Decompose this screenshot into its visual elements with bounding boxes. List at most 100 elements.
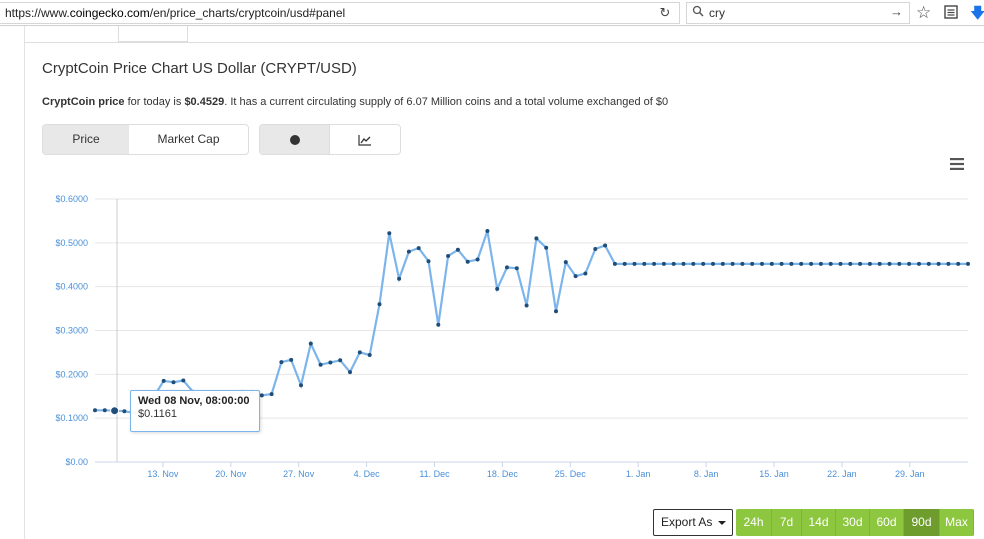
data-point[interactable] — [299, 383, 303, 388]
data-point[interactable] — [966, 261, 970, 266]
data-point[interactable] — [573, 274, 578, 279]
x-tick-label: 11. Dec — [419, 469, 450, 479]
range-button-7d[interactable]: 7d — [772, 509, 802, 536]
data-point[interactable] — [956, 261, 961, 266]
data-point[interactable] — [397, 276, 402, 281]
data-point[interactable] — [671, 261, 676, 266]
y-tick-label: $0.2000 — [55, 369, 88, 379]
data-point[interactable] — [946, 261, 951, 266]
data-point[interactable] — [701, 261, 706, 266]
data-point[interactable] — [465, 259, 470, 264]
data-point[interactable] — [122, 409, 127, 414]
y-tick-label: $0.3000 — [55, 326, 88, 336]
data-point[interactable] — [593, 247, 598, 251]
data-point[interactable] — [377, 302, 382, 307]
tooltip-date: Wed 08 Nov, 08:00:00 — [138, 395, 250, 407]
data-point[interactable] — [259, 393, 264, 398]
data-point[interactable] — [387, 231, 392, 236]
data-point[interactable] — [455, 247, 460, 252]
data-point[interactable] — [436, 322, 441, 327]
data-point[interactable] — [524, 303, 529, 308]
data-point[interactable] — [691, 261, 696, 266]
data-point[interactable] — [622, 261, 627, 266]
data-point[interactable] — [554, 309, 558, 314]
data-point[interactable] — [93, 408, 97, 413]
data-point[interactable] — [789, 261, 794, 266]
data-point[interactable] — [357, 350, 362, 355]
data-point[interactable] — [848, 261, 853, 266]
range-button-14d[interactable]: 14d — [802, 509, 836, 536]
data-point[interactable] — [367, 353, 372, 357]
data-point[interactable] — [416, 246, 421, 251]
data-point[interactable] — [406, 249, 411, 254]
data-point[interactable] — [828, 261, 833, 266]
data-point[interactable] — [740, 261, 745, 266]
data-point[interactable] — [809, 261, 814, 266]
data-point[interactable] — [858, 261, 863, 266]
time-range-selector: 24h 7d 14d 30d 60d 90d Max — [736, 509, 974, 536]
x-tick-label: 22. Jan — [827, 469, 857, 479]
data-point[interactable] — [102, 408, 107, 413]
data-point[interactable] — [308, 341, 313, 346]
data-point[interactable] — [612, 261, 617, 266]
data-point[interactable] — [632, 261, 637, 266]
export-as-button[interactable]: Export As — [653, 509, 733, 536]
data-point[interactable] — [897, 261, 902, 266]
data-point[interactable] — [426, 259, 431, 264]
data-point[interactable] — [495, 286, 500, 291]
data-point[interactable] — [181, 378, 186, 383]
range-button-24h[interactable]: 24h — [736, 509, 772, 536]
data-point[interactable] — [838, 261, 843, 266]
data-point[interactable] — [171, 380, 176, 385]
data-point[interactable] — [907, 261, 912, 266]
data-point[interactable] — [652, 261, 657, 266]
data-point[interactable] — [936, 261, 941, 266]
data-point[interactable] — [877, 261, 882, 266]
data-point[interactable] — [818, 261, 823, 266]
x-tick-label: 15. Jan — [759, 469, 789, 479]
data-point[interactable] — [720, 261, 725, 266]
data-point[interactable] — [661, 261, 666, 266]
data-point[interactable] — [514, 266, 519, 271]
data-point[interactable] — [603, 243, 608, 248]
data-point[interactable] — [681, 261, 686, 266]
data-point[interactable] — [475, 257, 480, 262]
range-button-60d[interactable]: 60d — [870, 509, 904, 536]
data-point[interactable] — [867, 261, 872, 266]
data-point[interactable] — [583, 271, 588, 276]
data-point[interactable] — [338, 358, 343, 363]
data-point[interactable] — [505, 265, 509, 270]
data-point[interactable] — [642, 261, 647, 266]
y-tick-label: $0.00 — [65, 457, 88, 467]
data-point[interactable] — [289, 357, 294, 362]
data-point[interactable] — [750, 261, 755, 266]
data-point[interactable] — [799, 261, 804, 266]
data-point[interactable] — [760, 261, 764, 266]
range-button-90d[interactable]: 90d — [904, 509, 940, 536]
data-point[interactable] — [769, 261, 774, 266]
data-point[interactable] — [348, 370, 352, 375]
data-point[interactable] — [446, 254, 451, 258]
data-point[interactable] — [711, 261, 715, 266]
data-point[interactable] — [917, 261, 921, 266]
data-point[interactable] — [563, 260, 568, 265]
x-tick-label: 27. Nov — [283, 469, 315, 479]
data-point[interactable] — [279, 360, 284, 365]
export-label: Export As — [661, 515, 713, 529]
price-series-line — [95, 230, 968, 415]
data-point[interactable] — [730, 261, 735, 266]
data-point[interactable] — [544, 245, 549, 250]
y-tick-label: $0.1000 — [55, 413, 88, 423]
data-point[interactable] — [926, 261, 931, 266]
data-point[interactable] — [887, 261, 892, 266]
data-point[interactable] — [534, 236, 539, 241]
data-point[interactable] — [779, 261, 784, 266]
data-point[interactable] — [485, 229, 490, 233]
data-point[interactable] — [161, 378, 166, 383]
range-button-max[interactable]: Max — [940, 509, 974, 536]
data-point[interactable] — [269, 392, 274, 397]
hovered-data-point[interactable] — [110, 406, 120, 416]
data-point[interactable] — [318, 362, 323, 367]
data-point[interactable] — [328, 360, 333, 365]
range-button-30d[interactable]: 30d — [836, 509, 870, 536]
